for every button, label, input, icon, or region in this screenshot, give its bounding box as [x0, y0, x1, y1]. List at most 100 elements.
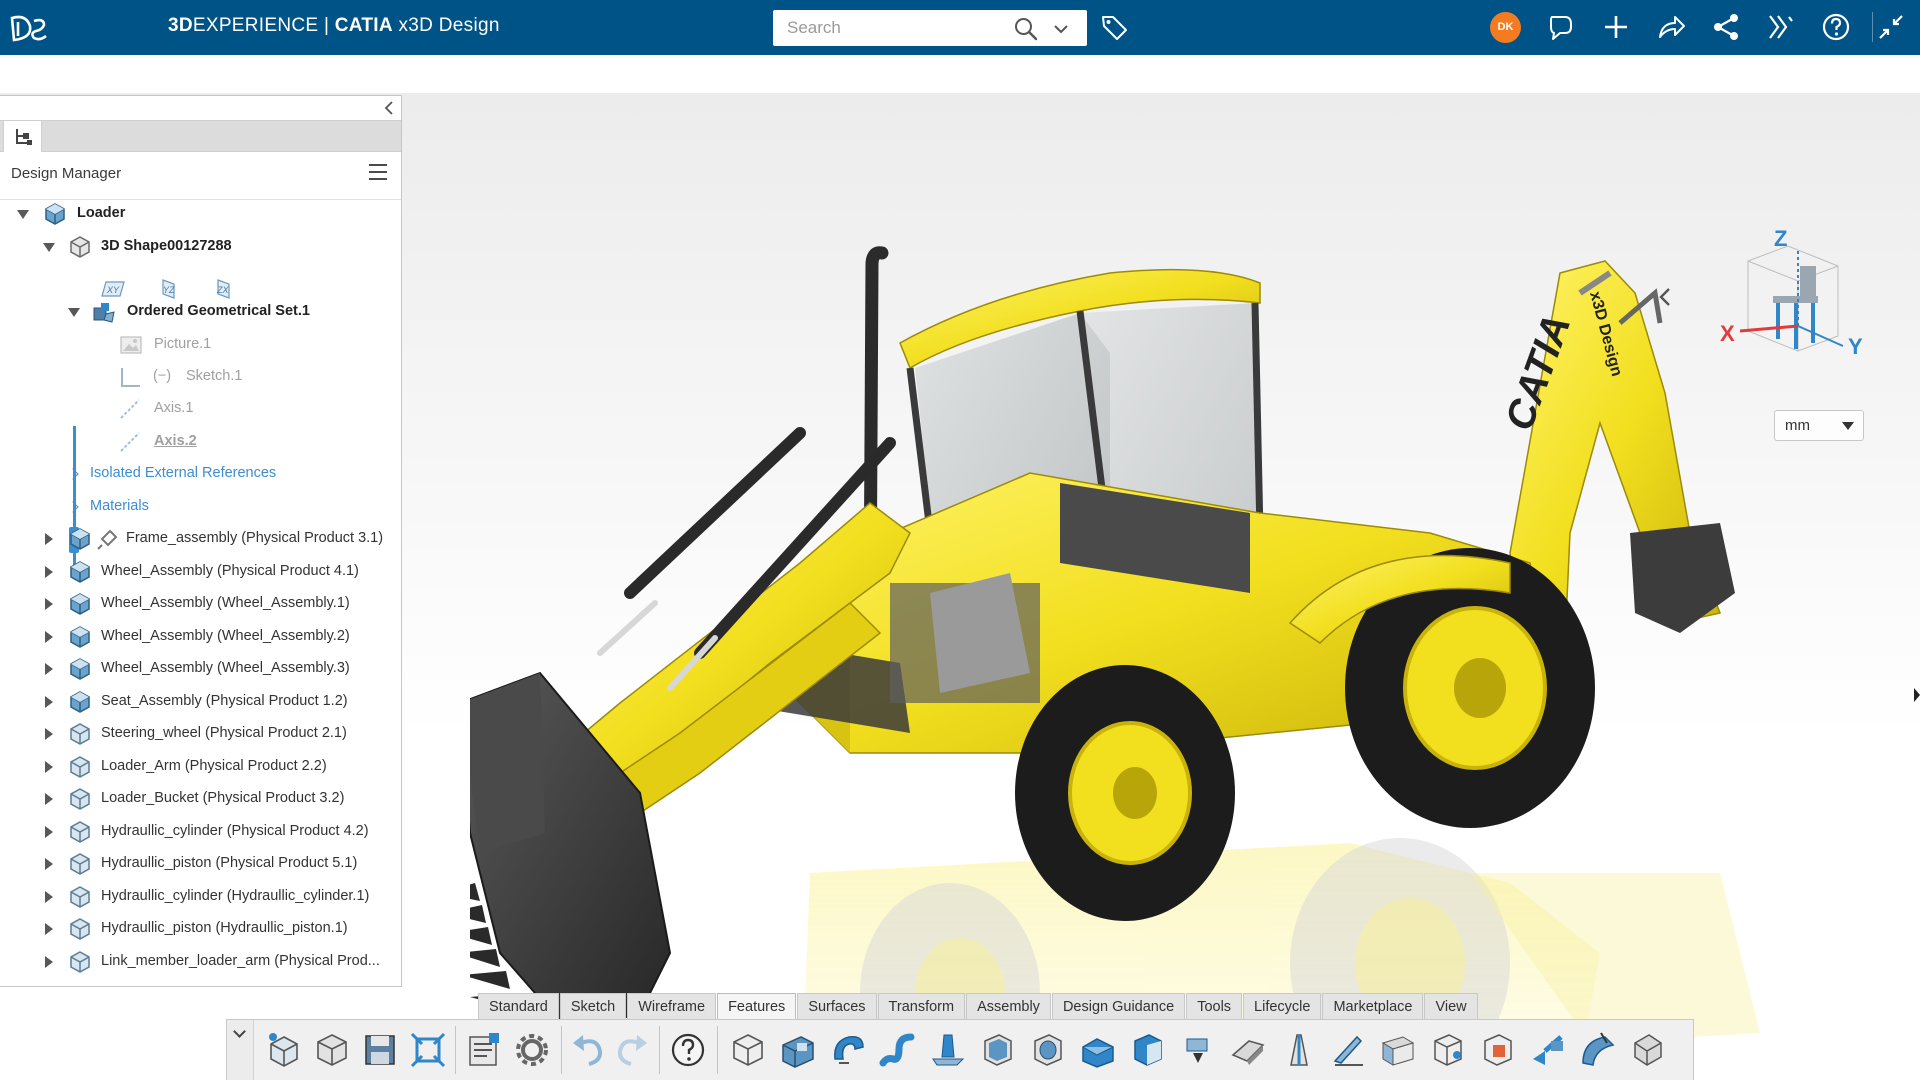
pad-icon[interactable] [727, 1029, 769, 1071]
settings-icon[interactable] [511, 1029, 553, 1071]
tab-standard[interactable]: Standard [478, 993, 559, 1020]
tab-marketplace[interactable]: Marketplace [1322, 993, 1424, 1020]
chat-icon[interactable] [1545, 11, 1577, 43]
boolean-icon[interactable] [1427, 1029, 1469, 1071]
tab-transform[interactable]: Transform [877, 993, 966, 1020]
tab-features[interactable]: Features [717, 993, 797, 1020]
expand-toggle-icon[interactable] [45, 728, 53, 740]
tree-item-loader[interactable]: Loader [0, 201, 400, 227]
fullscreen-icon[interactable] [1875, 11, 1907, 43]
unit-select[interactable]: mm [1774, 410, 1864, 441]
orientation-compass[interactable]: Z X Y [1718, 221, 1888, 371]
tree-item-product[interactable]: Wheel_Assembly (Physical Product 4.1) [0, 559, 400, 585]
tree-item-sketch[interactable]: (−) Sketch.1 [0, 364, 400, 390]
chevron-down-icon[interactable] [1051, 19, 1071, 39]
refresh-icon[interactable] [407, 1029, 449, 1071]
expand-action-bar-button[interactable] [227, 1020, 254, 1080]
shell-icon[interactable] [977, 1029, 1019, 1071]
tree-item-product[interactable]: Seat_Assembly (Physical Product 1.2) [0, 689, 400, 715]
tab-design-guidance[interactable]: Design Guidance [1051, 993, 1186, 1020]
measure-icon[interactable] [1577, 1029, 1619, 1071]
share-icon[interactable] [1655, 11, 1687, 43]
thickness-icon[interactable] [1177, 1029, 1219, 1071]
tree-item-product[interactable]: Wheel_Assembly (Wheel_Assembly.1) [0, 591, 400, 617]
help-icon[interactable] [1820, 11, 1852, 43]
expand-toggle-icon[interactable] [45, 923, 53, 935]
expand-toggle-icon[interactable] [45, 663, 53, 675]
expand-toggle-icon[interactable] [45, 696, 53, 708]
expand-toggle-icon[interactable] [45, 533, 53, 545]
tree-item-product[interactable]: Steering_wheel (Physical Product 2.1) [0, 721, 400, 747]
plane-xy-icon[interactable]: XY [100, 279, 126, 299]
ds-logo-icon[interactable] [6, 12, 48, 44]
tree-item-axis-2[interactable]: Axis.2 [0, 429, 400, 455]
tag-icon[interactable] [1099, 12, 1129, 42]
tree-item-picture[interactable]: Picture.1 [0, 332, 400, 358]
tab-tree-view[interactable] [3, 121, 42, 152]
open-icon[interactable] [311, 1029, 353, 1071]
tree-item-materials[interactable]: Materials [0, 494, 400, 520]
chevron-right-icon[interactable] [67, 468, 79, 480]
add-icon[interactable] [1600, 11, 1632, 43]
properties-icon[interactable] [463, 1029, 505, 1071]
tree-item-product[interactable]: Loader_Bucket (Physical Product 3.2) [0, 786, 400, 812]
pattern-icon[interactable] [1377, 1029, 1419, 1071]
expand-toggle-icon[interactable] [45, 598, 53, 610]
tree-item-product[interactable]: Hydraullic_cylinder (Hydraullic_cylinder… [0, 884, 400, 910]
expand-toggle-icon[interactable] [45, 956, 53, 968]
compare-icon[interactable] [1627, 1029, 1669, 1071]
fillet-icon[interactable] [1077, 1029, 1119, 1071]
expand-toggle-icon[interactable] [17, 210, 29, 219]
backhoe-loader-model[interactable]: CATIA x3D Design [470, 233, 1800, 1080]
split-icon[interactable] [1227, 1029, 1269, 1071]
expand-toggle-icon[interactable] [43, 243, 55, 252]
plane-zx-icon[interactable]: ZX [210, 279, 236, 299]
tab-assembly[interactable]: Assembly [966, 993, 1051, 1020]
tree-item-product[interactable]: Loader_Arm (Physical Product 2.2) [0, 754, 400, 780]
mirror-icon[interactable] [1327, 1029, 1369, 1071]
chevron-left-icon[interactable] [1655, 286, 1675, 308]
pocket-icon[interactable] [777, 1029, 819, 1071]
draft-icon[interactable] [927, 1029, 969, 1071]
expand-toggle-icon[interactable] [45, 631, 53, 643]
tree-item-product[interactable]: Wheel_Assembly (Wheel_Assembly.2) [0, 624, 400, 650]
search-input[interactable] [773, 10, 1013, 46]
expand-toggle-icon[interactable] [45, 826, 53, 838]
tab-view[interactable]: View [1424, 993, 1478, 1020]
plane-yz-icon[interactable]: YZ [155, 279, 181, 299]
collapse-panel-icon[interactable] [382, 100, 396, 116]
tab-wireframe[interactable]: Wireframe [627, 993, 717, 1020]
menu-icon[interactable] [369, 164, 387, 182]
tree-item-product[interactable]: Hydraullic_piston (Hydraullic_piston.1) [0, 916, 400, 942]
undo-icon[interactable] [567, 1029, 609, 1071]
expand-toggle-icon[interactable] [45, 566, 53, 578]
redo-icon[interactable] [611, 1029, 653, 1071]
expand-toggle-icon[interactable] [45, 793, 53, 805]
tab-sketch[interactable]: Sketch [559, 993, 627, 1020]
save-icon[interactable] [359, 1029, 401, 1071]
chamfer-icon[interactable] [1127, 1029, 1169, 1071]
help-icon[interactable] [667, 1029, 709, 1071]
remove-icon[interactable] [1477, 1029, 1519, 1071]
tree-item-product[interactable]: Hydraullic_cylinder (Physical Product 4.… [0, 819, 400, 845]
sweep-icon[interactable] [877, 1029, 919, 1071]
network-icon[interactable] [1710, 11, 1742, 43]
expand-toggle-icon[interactable] [45, 891, 53, 903]
new-shape-icon[interactable] [263, 1029, 305, 1071]
search-icon[interactable] [1013, 16, 1039, 42]
tree-item-product[interactable]: Wheel_Assembly (Wheel_Assembly.3) [0, 656, 400, 682]
tab-surfaces[interactable]: Surfaces [797, 993, 877, 1020]
expand-toggle-icon[interactable] [68, 308, 80, 317]
expand-toggle-icon[interactable] [45, 761, 53, 773]
apps-icon[interactable] [1765, 11, 1797, 43]
tree-item-ordered-geometrical-set[interactable]: Ordered Geometrical Set.1 [0, 299, 400, 325]
tab-tools[interactable]: Tools [1186, 993, 1243, 1020]
chevron-right-icon[interactable] [67, 501, 79, 513]
translate-icon[interactable] [1527, 1029, 1569, 1071]
avatar[interactable]: DK [1490, 12, 1521, 43]
tree-item-product[interactable]: Frame_assembly (Physical Product 3.1) [0, 526, 400, 552]
hole-icon[interactable] [1027, 1029, 1069, 1071]
tab-lifecycle[interactable]: Lifecycle [1243, 993, 1322, 1020]
expand-toggle-icon[interactable] [45, 858, 53, 870]
stiffener-icon[interactable] [1277, 1029, 1319, 1071]
